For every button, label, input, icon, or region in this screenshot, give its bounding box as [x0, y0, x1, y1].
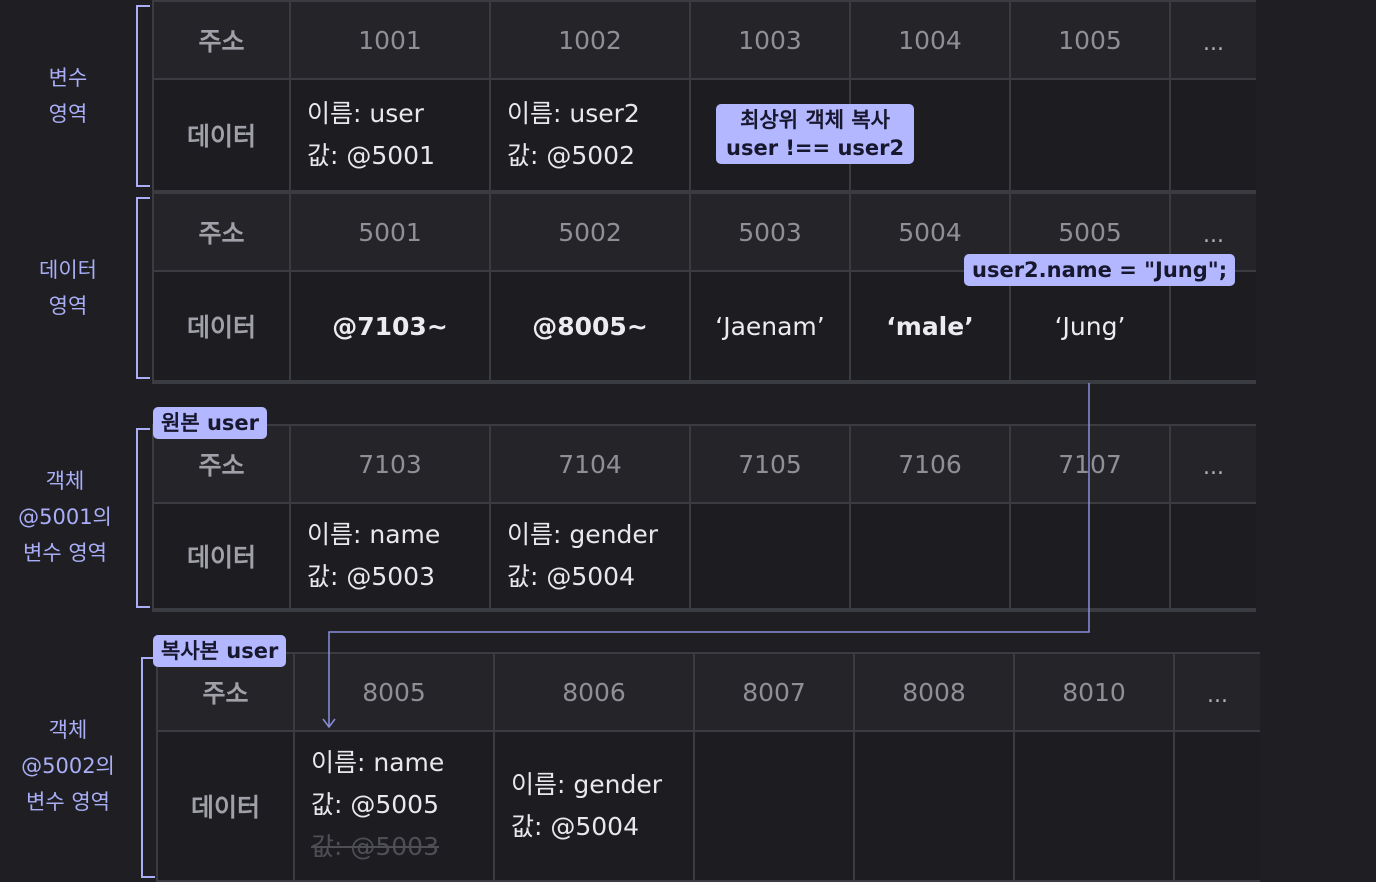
- memory-table-variables: 주소 1001 1002 1003 1004 1005 ... 데이터 이름: …: [152, 0, 1256, 194]
- data-cell-empty: [1011, 80, 1169, 190]
- data-cell-empty: [1171, 504, 1256, 608]
- address-cell: 5001: [291, 194, 489, 270]
- address-ellipsis: ...: [1171, 426, 1256, 502]
- data-line: 이름: user: [307, 99, 424, 128]
- data-cell-empty: [1011, 504, 1169, 608]
- data-cell: ‘Jung’: [1011, 272, 1169, 380]
- assign-note-tag: user2.name = "Jung";: [964, 254, 1236, 286]
- data-line: 이름: user2: [507, 99, 640, 128]
- data-cell: ‘Jaenam’: [691, 272, 849, 380]
- side-label-data-area: 데이터 영역: [3, 252, 133, 324]
- side-label-line: 객체: [45, 469, 85, 493]
- data-line: 이름: name: [307, 520, 441, 549]
- address-cell: 1001: [291, 2, 489, 78]
- row-label-data: 데이터: [158, 732, 293, 880]
- copy-note-tag: 최상위 객체 복사 user !== user2: [716, 104, 915, 164]
- address-cell: 7103: [291, 426, 489, 502]
- side-label-line: 데이터: [39, 258, 97, 282]
- memory-table-object-5001: 주소 7103 7104 7105 7106 7107 ... 데이터 이름: …: [152, 424, 1256, 612]
- address-ellipsis: ...: [1171, 2, 1256, 78]
- data-line: 값: @5001: [307, 141, 435, 170]
- row-label-address: 주소: [154, 194, 289, 270]
- data-line: 값: @5003: [307, 562, 435, 591]
- side-label-object-5002: 객체 @5002의 변수 영역: [3, 712, 133, 820]
- address-cell: 8007: [695, 654, 853, 730]
- side-label-line: @5001의: [18, 505, 112, 529]
- address-ellipsis: ...: [1175, 654, 1260, 730]
- data-line: 이름: gender: [507, 520, 658, 549]
- section-bracket: [136, 428, 150, 608]
- data-cell-empty: [1171, 80, 1256, 190]
- data-cell-empty: [1015, 732, 1173, 880]
- data-cell: 이름: name 값: @5005 값: @5003: [295, 732, 493, 880]
- side-label-line: 변수 영역: [26, 790, 110, 814]
- data-line: 이름: name: [311, 748, 445, 777]
- address-cell: 7105: [691, 426, 849, 502]
- data-line: 값: @5002: [507, 141, 635, 170]
- data-cell-empty: [1175, 732, 1260, 880]
- struck-old-value: 값: @5003: [311, 832, 439, 861]
- row-label-data: 데이터: [154, 80, 289, 190]
- address-cell: 8006: [495, 654, 693, 730]
- data-cell-empty: [855, 732, 1013, 880]
- data-line: 값: @5004: [511, 812, 639, 841]
- address-cell: 7106: [851, 426, 1009, 502]
- data-cell: 이름: user 값: @5001: [291, 80, 489, 190]
- memory-table-object-5002: 주소 8005 8006 8007 8008 8010 ... 데이터 이름: …: [156, 652, 1260, 882]
- row-label-data: 데이터: [154, 272, 289, 380]
- data-cell: @8005~: [491, 272, 689, 380]
- data-cell: @7103~: [291, 272, 489, 380]
- data-cell: 이름: user2 값: @5002: [491, 80, 689, 190]
- address-cell: 1002: [491, 2, 689, 78]
- address-cell: 8010: [1015, 654, 1173, 730]
- address-cell: 5002: [491, 194, 689, 270]
- row-label-address: 주소: [154, 2, 289, 78]
- copy-note-line: 최상위 객체 복사: [740, 108, 890, 132]
- data-cell: ‘male’: [851, 272, 1009, 380]
- address-cell: 8008: [855, 654, 1013, 730]
- side-label-variable-area: 변수 영역: [3, 60, 133, 132]
- data-cell: 이름: gender 값: @5004: [491, 504, 689, 608]
- copy-user-tag: 복사본 user: [153, 635, 287, 667]
- data-line: 값: @5005: [311, 790, 439, 819]
- data-cell-empty: [695, 732, 853, 880]
- section-bracket: [136, 5, 150, 187]
- address-cell: 8005: [295, 654, 493, 730]
- original-user-tag: 원본 user: [153, 407, 267, 439]
- address-cell: 1004: [851, 2, 1009, 78]
- section-bracket: [136, 197, 150, 379]
- data-cell-empty: [851, 504, 1009, 608]
- memory-table-data: 주소 5001 5002 5003 5004 5005 ... 데이터 @710…: [152, 192, 1256, 384]
- side-label-line: @5002의: [21, 754, 115, 778]
- address-cell: 7107: [1011, 426, 1169, 502]
- side-label-line: 영역: [48, 102, 88, 126]
- side-label-line: 객체: [48, 718, 88, 742]
- address-cell: 1003: [691, 2, 849, 78]
- copy-note-line: user !== user2: [726, 136, 905, 160]
- address-cell: 5003: [691, 194, 849, 270]
- side-label-line: 변수: [48, 66, 88, 90]
- data-cell: 이름: gender 값: @5004: [495, 732, 693, 880]
- data-line: 값: @5004: [507, 562, 635, 591]
- data-line: 이름: gender: [511, 770, 662, 799]
- address-cell: 1005: [1011, 2, 1169, 78]
- side-label-object-5001: 객체 @5001의 변수 영역: [0, 463, 130, 571]
- side-label-line: 변수 영역: [23, 541, 107, 565]
- section-bracket: [141, 657, 155, 878]
- side-label-line: 영역: [48, 294, 88, 318]
- data-cell-empty: [1171, 272, 1256, 380]
- address-cell: 7104: [491, 426, 689, 502]
- data-cell: 이름: name 값: @5003: [291, 504, 489, 608]
- data-cell-empty: [691, 504, 849, 608]
- row-label-data: 데이터: [154, 504, 289, 608]
